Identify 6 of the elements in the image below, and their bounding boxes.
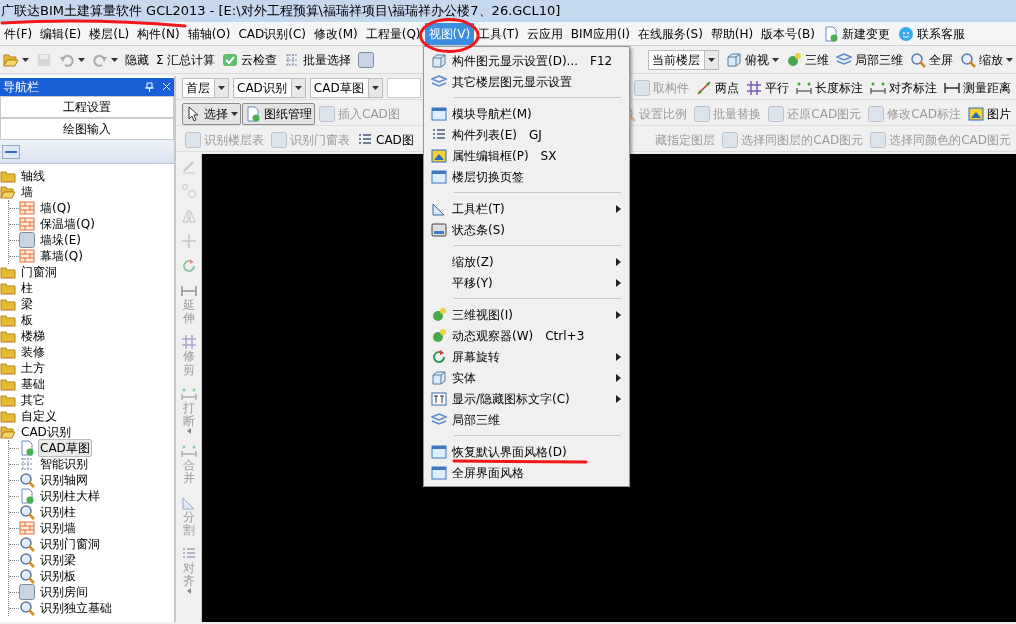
shortcut-text: GJ	[528, 126, 542, 144]
shortcut-text: F12	[590, 52, 613, 70]
shortcut-text: SX	[540, 147, 557, 165]
window-title: 广联达BIM土建算量软件 GCL2013 - [E:\对外工程预算\福瑞祥项目\福瑞祥办公楼7、26.GCL10]	[0, 0, 1016, 22]
shortcut-text: Ctrl+3	[545, 327, 585, 345]
panel-title: 导航栏	[3, 79, 39, 96]
